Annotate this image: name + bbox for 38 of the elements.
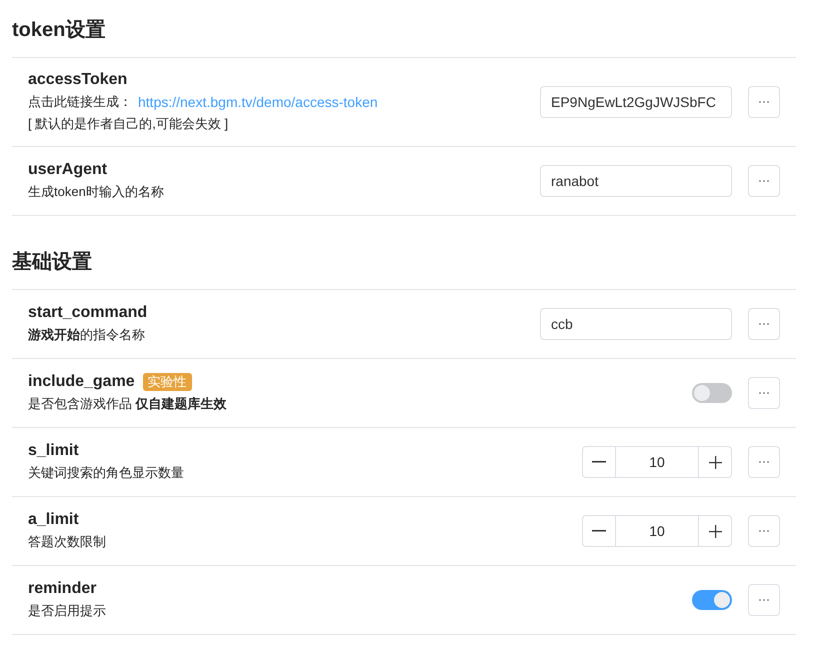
setting-name: userAgent bbox=[28, 160, 108, 180]
setting-name: a_limit bbox=[28, 510, 79, 530]
input-field[interactable]: ccb bbox=[540, 308, 732, 340]
input-field[interactable]: ranabot bbox=[540, 165, 732, 197]
setting-description: 生成token时输入的名称 bbox=[28, 183, 164, 201]
section-title: 基础设置 bbox=[12, 250, 92, 275]
setting-name: accessToken bbox=[28, 70, 128, 90]
setting-description: 游戏开始的指令名称 bbox=[28, 326, 145, 344]
number-value: 10 bbox=[648, 522, 666, 540]
minus-icon bbox=[592, 530, 606, 532]
number-value: 10 bbox=[648, 452, 666, 472]
number-stepper[interactable]: 10 bbox=[582, 515, 732, 547]
setting-name: reminder bbox=[28, 579, 96, 599]
setting-description: 是否启用提示 bbox=[28, 602, 106, 620]
setting-name: s_limit bbox=[28, 441, 79, 461]
more-button[interactable] bbox=[748, 584, 780, 616]
setting-description: [ 默认的是作者自己的,可能会失效 ] bbox=[28, 115, 228, 133]
setting-description: 答题次数限制 bbox=[28, 533, 106, 551]
more-button[interactable] bbox=[748, 308, 780, 340]
more-button[interactable] bbox=[748, 515, 780, 547]
more-button[interactable] bbox=[748, 165, 780, 197]
more-button[interactable] bbox=[748, 86, 780, 118]
setting-description: 是否包含游戏作品 仅自建题库生效 bbox=[28, 395, 227, 413]
more-button[interactable] bbox=[748, 446, 780, 478]
plus-icon bbox=[708, 524, 722, 538]
setting-name: start_command bbox=[28, 303, 148, 323]
plus-icon bbox=[708, 456, 722, 468]
toggle-switch[interactable] bbox=[692, 590, 732, 610]
number-stepper[interactable]: 10 bbox=[582, 446, 732, 478]
section-title: token设置 bbox=[12, 18, 106, 43]
setting-name: include_game bbox=[28, 372, 135, 392]
more-button[interactable] bbox=[748, 377, 780, 409]
input-field[interactable]: EP9NgEwLt2GgJWJSbFC bbox=[540, 86, 732, 118]
setting-description: 点击此链接生成： bbox=[28, 93, 132, 111]
setting-description: 关键词搜索的角色显示数量 bbox=[28, 464, 184, 482]
minus-icon bbox=[592, 461, 606, 463]
experimental-tag: 实验性 bbox=[142, 373, 192, 391]
toggle-switch[interactable] bbox=[692, 383, 732, 403]
